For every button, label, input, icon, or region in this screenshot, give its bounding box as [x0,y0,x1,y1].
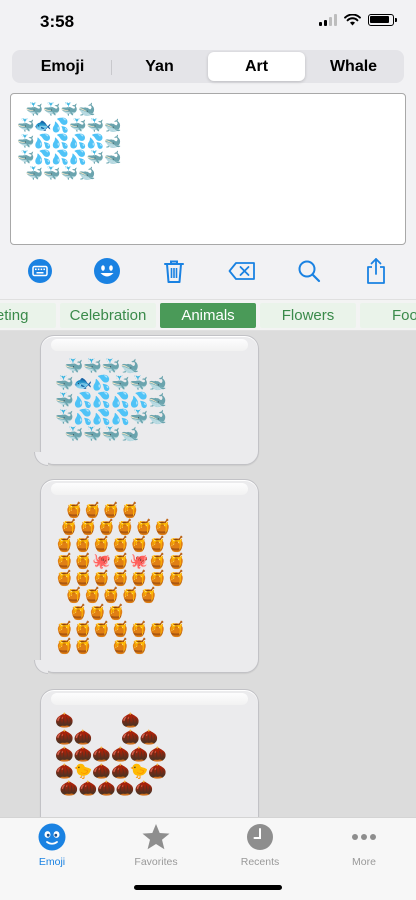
status-icons [319,14,397,26]
category-food[interactable]: Foo [360,303,416,328]
more-dots-icon [352,834,376,840]
category-strip: eeting Celebration Animals Flowers Foo [0,299,416,331]
category-greeting[interactable]: eeting [0,303,56,328]
segment-yan[interactable]: Yan [111,52,208,81]
message-art-text: 🌰 🌰 🌰🌰 🌰🌰 🌰🌰🌰🌰🌰🌰 🌰🐤🌰🌰🐤🌰 🌰🌰🌰🌰🌰 [55,711,168,797]
tab-more[interactable]: More [312,822,416,868]
backspace-button[interactable] [222,251,262,291]
message-bubble-whale[interactable]: 🐳🐳🐳🐋 🐳🐟💦🐳🐳🐋 🐳💦💦💦💦🐋 🐳💦💦💦🐳🐋 🐳🐳🐳🐋 [34,335,259,466]
share-button[interactable] [356,251,396,291]
search-button[interactable] [289,251,329,291]
wifi-icon [344,14,361,26]
category-animals[interactable]: Animals [160,303,256,328]
category-flowers[interactable]: Flowers [260,303,356,328]
delete-button[interactable] [154,251,194,291]
art-editor[interactable]: 🐳🐳🐳🐋 🐳🐟💦🐳🐳🐋 🐳💦💦💦💦🐋 🐳💦💦💦🐳🐋 🐳🐳🐳🐋 [10,93,406,245]
art-message-list: 🐳🐳🐳🐋 🐳🐟💦🐳🐳🐋 🐳💦💦💦💦🐋 🐳💦💦💦🐳🐋 🐳🐳🐳🐋 🍯🍯🍯🍯 🍯🍯🍯🍯… [0,331,416,817]
cellular-signal-icon [319,14,337,26]
editor-art-text: 🐳🐳🐳🐋 🐳🐟💦🐳🐳🐋 🐳💦💦💦💦🐋 🐳💦💦💦🐳🐋 🐳🐳🐳🐋 [17,102,122,182]
smiley-face-icon [38,823,66,851]
tab-label: Emoji [38,856,66,868]
search-icon [298,260,321,283]
status-time: 3:58 [40,12,75,31]
message-bubble-chestnut[interactable]: 🌰 🌰 🌰🌰 🌰🌰 🌰🌰🌰🌰🌰🌰 🌰🐤🌰🌰🐤🌰 🌰🌰🌰🌰🌰 [40,689,259,817]
share-icon [367,258,386,284]
keyboard-icon [27,259,52,283]
tab-favorites[interactable]: Favorites [104,822,208,868]
editor-toolbar [0,249,416,293]
keyboard-button[interactable] [20,251,60,291]
tab-emoji[interactable]: Emoji [0,822,104,868]
message-art-text: 🐳🐳🐳🐋 🐳🐟💦🐳🐳🐋 🐳💦💦💦💦🐋 🐳💦💦💦🐳🐋 🐳🐳🐳🐋 [55,357,168,443]
home-indicator [134,885,282,890]
status-bar: 3:58 [0,0,416,46]
tab-label: Favorites [134,856,178,868]
bubble-tail [34,452,48,466]
battery-icon [368,14,397,26]
star-icon [142,824,170,850]
segment-art[interactable]: Art [208,52,305,81]
category-celebration[interactable]: Celebration [60,303,156,328]
trash-icon [164,260,185,283]
backspace-icon [228,262,255,280]
tab-label: More [352,856,376,868]
clock-icon [247,824,273,850]
bubble-tail [34,660,48,674]
segment-emoji[interactable]: Emoji [14,52,111,81]
mode-segmented-control: Emoji Yan Art Whale [12,50,404,83]
emoji-button[interactable] [87,251,127,291]
message-bubble-honey[interactable]: 🍯🍯🍯🍯 🍯🍯🍯🍯🍯🍯 🍯🍯🍯🍯🍯🍯🍯 🍯🍯🐙🍯🐙🍯🍯 🍯🍯🍯🍯🍯🍯🍯 🍯🍯🍯🍯… [34,479,259,674]
tab-label: Recents [240,856,280,868]
segment-whale[interactable]: Whale [305,52,402,81]
tab-recents[interactable]: Recents [208,822,312,868]
emoji-face-icon [93,258,120,284]
message-art-text: 🍯🍯🍯🍯 🍯🍯🍯🍯🍯🍯 🍯🍯🍯🍯🍯🍯🍯 🍯🍯🐙🍯🐙🍯🍯 🍯🍯🍯🍯🍯🍯🍯 🍯🍯🍯🍯… [55,501,186,655]
